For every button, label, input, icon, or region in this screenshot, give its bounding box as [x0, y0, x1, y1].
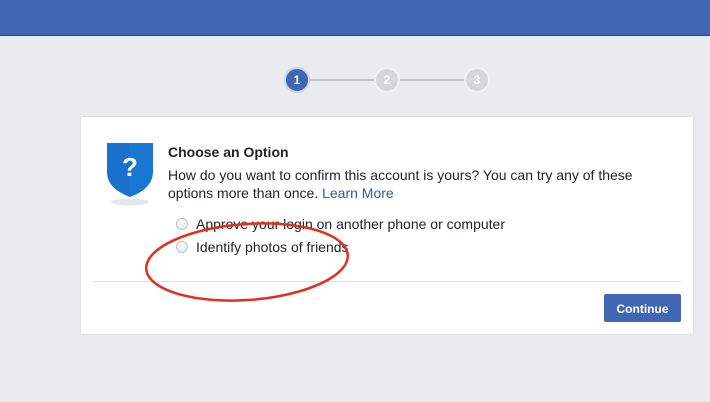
- option-approve-login[interactable]: Approve your login on another phone or c…: [176, 214, 505, 234]
- step-2-indicator: 2: [374, 67, 400, 93]
- card-description: How do you want to confirm this account …: [168, 166, 668, 202]
- step-3-indicator: 3: [464, 67, 490, 93]
- continue-button[interactable]: Continue: [604, 294, 681, 322]
- option-identify-photos[interactable]: Identify photos of friends: [176, 237, 349, 257]
- top-navigation-bar: [0, 0, 710, 36]
- option-approve-login-label: Approve your login on another phone or c…: [196, 216, 505, 232]
- learn-more-link[interactable]: Learn More: [322, 185, 394, 201]
- step-connector: [398, 79, 468, 81]
- progress-stepper: 1 2 3: [284, 67, 490, 93]
- card-divider: [93, 281, 681, 282]
- choose-option-card: ? Choose an Option How do you want to co…: [80, 116, 694, 335]
- shield-question-icon: ?: [105, 141, 155, 207]
- description-text: How do you want to confirm this account …: [168, 167, 633, 201]
- option-identify-photos-label: Identify photos of friends: [196, 239, 349, 255]
- card-title: Choose an Option: [168, 144, 289, 160]
- radio-identify-photos[interactable]: [176, 241, 188, 253]
- step-1-indicator: 1: [284, 67, 310, 93]
- shield-question-mark: ?: [122, 152, 138, 182]
- step-connector: [308, 79, 378, 81]
- radio-approve-login[interactable]: [176, 218, 188, 230]
